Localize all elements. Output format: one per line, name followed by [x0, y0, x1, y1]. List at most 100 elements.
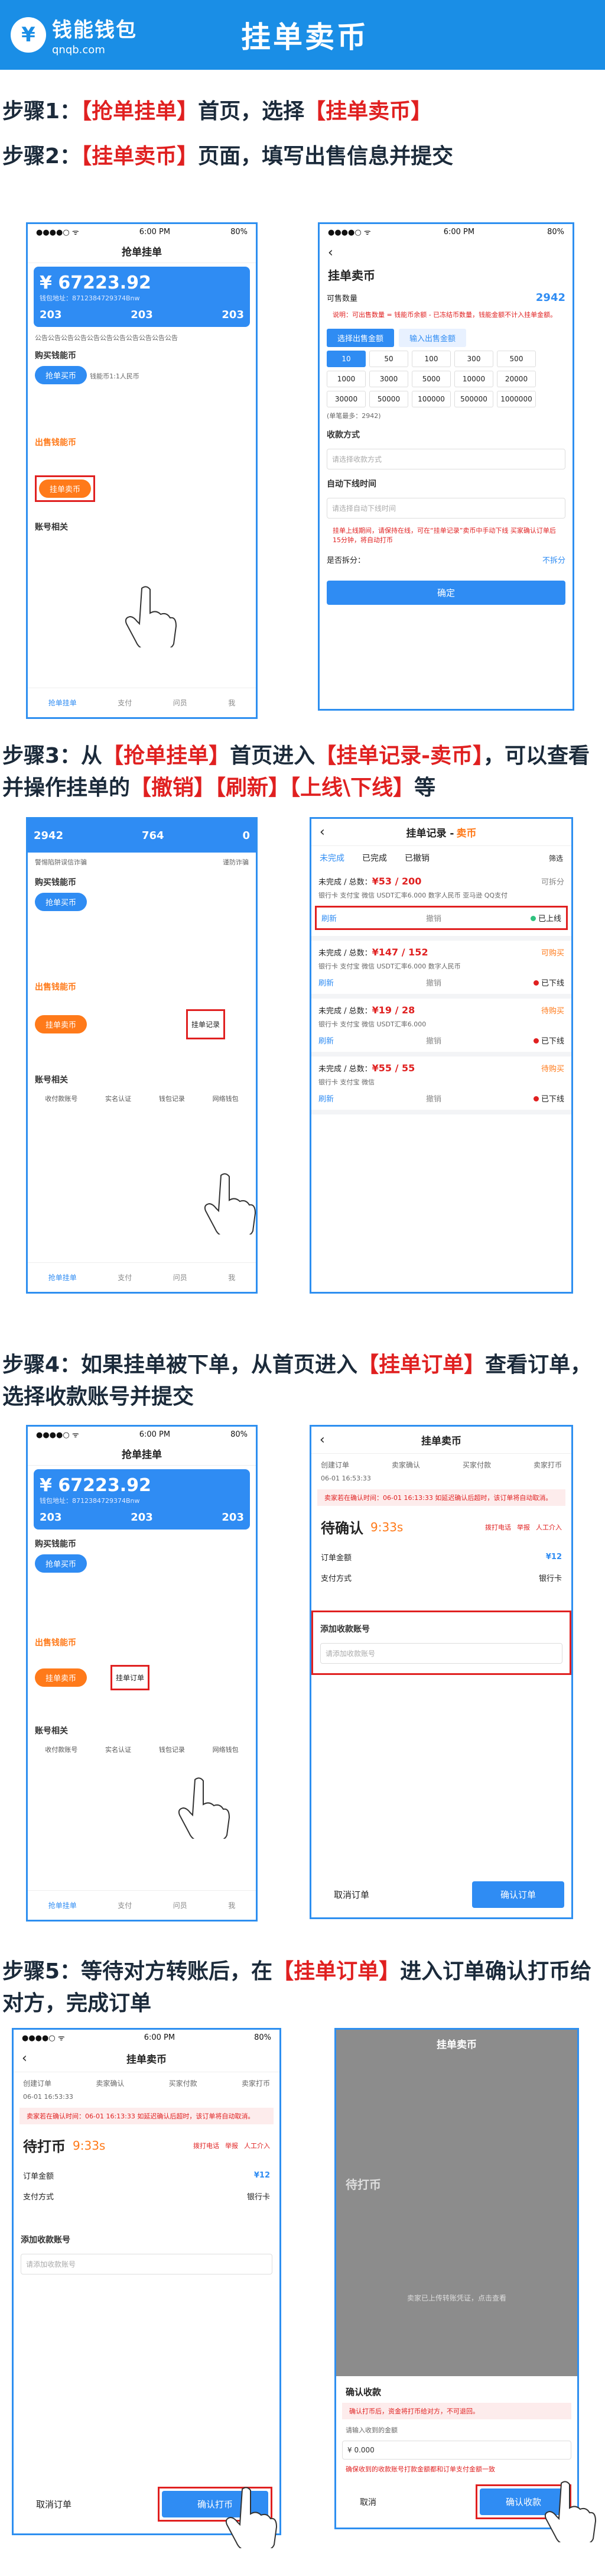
amount-option[interactable]: 300: [454, 351, 493, 367]
pointer-hand-icon: [204, 1173, 256, 1234]
page-title: 挂单卖币: [241, 20, 369, 54]
tab-cancelled[interactable]: 已撤销: [405, 852, 430, 864]
order-button-highlight[interactable]: 挂单订单: [110, 1665, 150, 1690]
tab-unfinished[interactable]: 未完成: [320, 852, 344, 864]
record-button-highlight[interactable]: 挂单记录: [186, 1009, 225, 1039]
tab-bar: 抢单挂单 支付 问员 我: [28, 688, 256, 717]
grab-buy-button[interactable]: 抢单买币: [35, 1554, 87, 1573]
phone-order-pay: ●●●●○ ᯤ 6:00 PM 80% ‹ 挂单卖币 创建订单 卖家确认 买家付款 卖家打币…: [12, 2028, 281, 2535]
split-toggle[interactable]: 不拆分: [542, 554, 565, 565]
manual-help-button[interactable]: 人工介入: [536, 1522, 562, 1532]
manual-help-button[interactable]: 人工介入: [244, 2141, 270, 2150]
refresh-button[interactable]: 刷新: [318, 1093, 334, 1104]
amount-option[interactable]: 50: [369, 351, 408, 367]
back-icon[interactable]: ‹: [320, 1433, 325, 1447]
pointer-hand-icon: [125, 586, 177, 647]
sell-coin-button[interactable]: 挂单卖币: [39, 479, 92, 498]
balance-stats: 2942 764 0: [28, 819, 256, 853]
tab-grab[interactable]: 抢单挂单: [48, 698, 77, 708]
step-1-text: 步骤1：【抢单挂单】首页，选择【挂单卖币】: [2, 99, 432, 124]
wallet-logo-icon: ¥: [11, 17, 46, 53]
amount-option[interactable]: 50000: [369, 391, 408, 407]
online-toggle[interactable]: 已上线: [530, 912, 561, 924]
amount-option[interactable]: 10000: [454, 371, 493, 387]
filter-button[interactable]: 筛选: [549, 853, 563, 863]
sell-coin-button[interactable]: 挂单卖币: [35, 1668, 87, 1687]
online-toggle[interactable]: 已下线: [533, 1093, 564, 1104]
tab-ask[interactable]: 问员: [173, 698, 187, 708]
brand-logo: ¥ 钱能钱包 qnqb.com: [11, 14, 188, 56]
sell-button-highlight: 挂单卖币: [35, 475, 96, 502]
amount-option[interactable]: 20000: [497, 371, 536, 387]
confirm-button[interactable]: 确定: [327, 581, 565, 605]
pointer-hand-icon: [225, 2487, 278, 2548]
online-toggle[interactable]: 已下线: [533, 977, 564, 988]
amount-option[interactable]: 5000: [412, 371, 451, 387]
online-toggle[interactable]: 已下线: [533, 1035, 564, 1046]
payment-method-select[interactable]: 请选择收款方式: [327, 449, 565, 469]
report-button[interactable]: 举报: [225, 2141, 238, 2150]
cancel-listing-button[interactable]: 撤销: [426, 1093, 441, 1104]
offline-time-select[interactable]: 请选择自动下线时间: [327, 498, 565, 519]
refresh-button[interactable]: 刷新: [321, 912, 337, 924]
phone-home-step4: ●●●●○ ᯤ 6:00 PM 80% 抢单挂单 ¥ 67223.92 钱包地址：87…: [26, 1425, 258, 1922]
phone-sell-form: ●●●●○ ᯤ 6:00 PM 80% ‹ 挂单卖币 可售数量 2942 说明：可出售…: [318, 222, 574, 711]
phone-sell-records: ‹ 挂单记录 - 卖币 未完成 已完成 已撤销 筛选 未完成 / 总数：¥53 / 200…: [310, 817, 573, 1294]
record-item: 未完成 / 总数：¥53 / 200 可拆分 银行卡 支付宝 微信 USDT汇率6…: [311, 870, 571, 941]
cancel-listing-button[interactable]: 撤销: [426, 1035, 441, 1046]
phone-confirm-receipt: 挂单卖币 待打币 卖家已上传转账凭证，点击查看 确认收款 确认打币后，资金将打币…: [334, 2028, 579, 2529]
sell-section-title: 出售钱能币: [35, 438, 76, 448]
amount-option[interactable]: 100000: [412, 391, 451, 407]
cancel-listing-button[interactable]: 撤销: [426, 977, 441, 988]
sell-coin-button[interactable]: 挂单卖币: [35, 1015, 87, 1033]
tab-pay[interactable]: 支付: [118, 698, 132, 708]
amount-option[interactable]: 1000000: [497, 391, 536, 407]
dialog-cancel-button[interactable]: 取消: [342, 2490, 394, 2514]
phone-order-confirm: ‹ 挂单卖币 创建订单 卖家确认 买家付款 卖家打币 06-01 16:53:33 卖家…: [310, 1425, 573, 1919]
brand-name: 钱能钱包: [52, 18, 137, 42]
grab-buy-button[interactable]: 抢单买币: [35, 366, 87, 384]
amount-option[interactable]: 100: [412, 351, 451, 367]
header-banner: ¥ 钱能钱包 qnqb.com 挂单卖币: [0, 0, 605, 70]
amount-option[interactable]: 10: [327, 351, 366, 367]
amount-option[interactable]: 3000: [369, 371, 408, 387]
sell-title: 挂单卖币: [328, 268, 375, 283]
input-amount-tab[interactable]: 输入出售金额: [399, 329, 467, 347]
pointer-hand-icon: [178, 1777, 230, 1839]
refresh-button[interactable]: 刷新: [318, 1035, 334, 1046]
amount-option[interactable]: 30000: [327, 391, 366, 407]
amount-option[interactable]: 500000: [454, 391, 493, 407]
receiving-account-select[interactable]: 请添加收款账号: [21, 2254, 272, 2274]
back-icon[interactable]: ‹: [22, 2051, 27, 2066]
step-2-text: 步骤2：【挂单卖币】页面，填写出售信息并提交: [2, 144, 454, 169]
call-button[interactable]: 拨打电话: [485, 1522, 511, 1532]
record-item: 未完成 / 总数：¥19 / 28 待购买 银行卡 支付宝 微信 USDT汇率6.…: [311, 999, 571, 1057]
tab-me[interactable]: 我: [228, 698, 235, 708]
cancel-listing-button[interactable]: 撤销: [426, 912, 441, 924]
report-button[interactable]: 举报: [517, 1522, 530, 1532]
amount-option[interactable]: 1000: [327, 371, 366, 387]
brand-url: qnqb.com: [52, 44, 105, 56]
received-amount-input[interactable]: ¥ 0.000: [342, 2441, 571, 2460]
record-item: 未完成 / 总数：¥55 / 55 待购买 银行卡 支付宝 微信 刷新 撤销 已下线: [311, 1057, 571, 1114]
home-title: 抢单挂单: [122, 247, 162, 258]
refresh-button[interactable]: 刷新: [318, 977, 334, 988]
grab-buy-button[interactable]: 抢单买币: [35, 893, 87, 911]
record-item: 未完成 / 总数：¥147 / 152 可购买 银行卡 支付宝 微信 USDT汇率…: [311, 941, 571, 999]
pointer-hand-icon: [544, 2481, 597, 2542]
step-5-text: 步骤5：等待对方转账后，在【挂单订单】进入订单确认打币给对方，完成订单: [2, 1959, 592, 2016]
confirm-dialog: 确认收款 确认打币后，资金将打币给对方，不可退回。 请输入收到的金额 ¥ 0.0…: [336, 2376, 577, 2528]
back-icon[interactable]: ‹: [320, 825, 325, 840]
call-button[interactable]: 拨打电话: [193, 2141, 219, 2150]
amount-option[interactable]: 500: [497, 351, 536, 367]
notice-bar[interactable]: 公告公告公告公告公告公告公告公告公告公告公告: [28, 330, 256, 345]
confirm-order-button[interactable]: 确认订单: [471, 1881, 564, 1908]
cancel-order-button[interactable]: 取消订单: [21, 2491, 87, 2517]
receiving-account-select[interactable]: 请添加收款账号: [320, 1643, 562, 1664]
cancel-order-button[interactable]: 取消订单: [318, 1881, 385, 1908]
step-3-text: 步骤3：从【抢单挂单】首页进入【挂单记录-卖币】，可以查看并操作挂单的【撤销】【…: [2, 744, 590, 800]
back-icon[interactable]: ‹: [320, 239, 573, 266]
step-4-text: 步骤4：如果挂单被下单，从首页进入【挂单订单】查看订单，选择收款账号并提交: [2, 1353, 592, 1409]
tab-finished[interactable]: 已完成: [362, 852, 387, 864]
select-amount-tab[interactable]: 选择出售金额: [327, 329, 395, 347]
